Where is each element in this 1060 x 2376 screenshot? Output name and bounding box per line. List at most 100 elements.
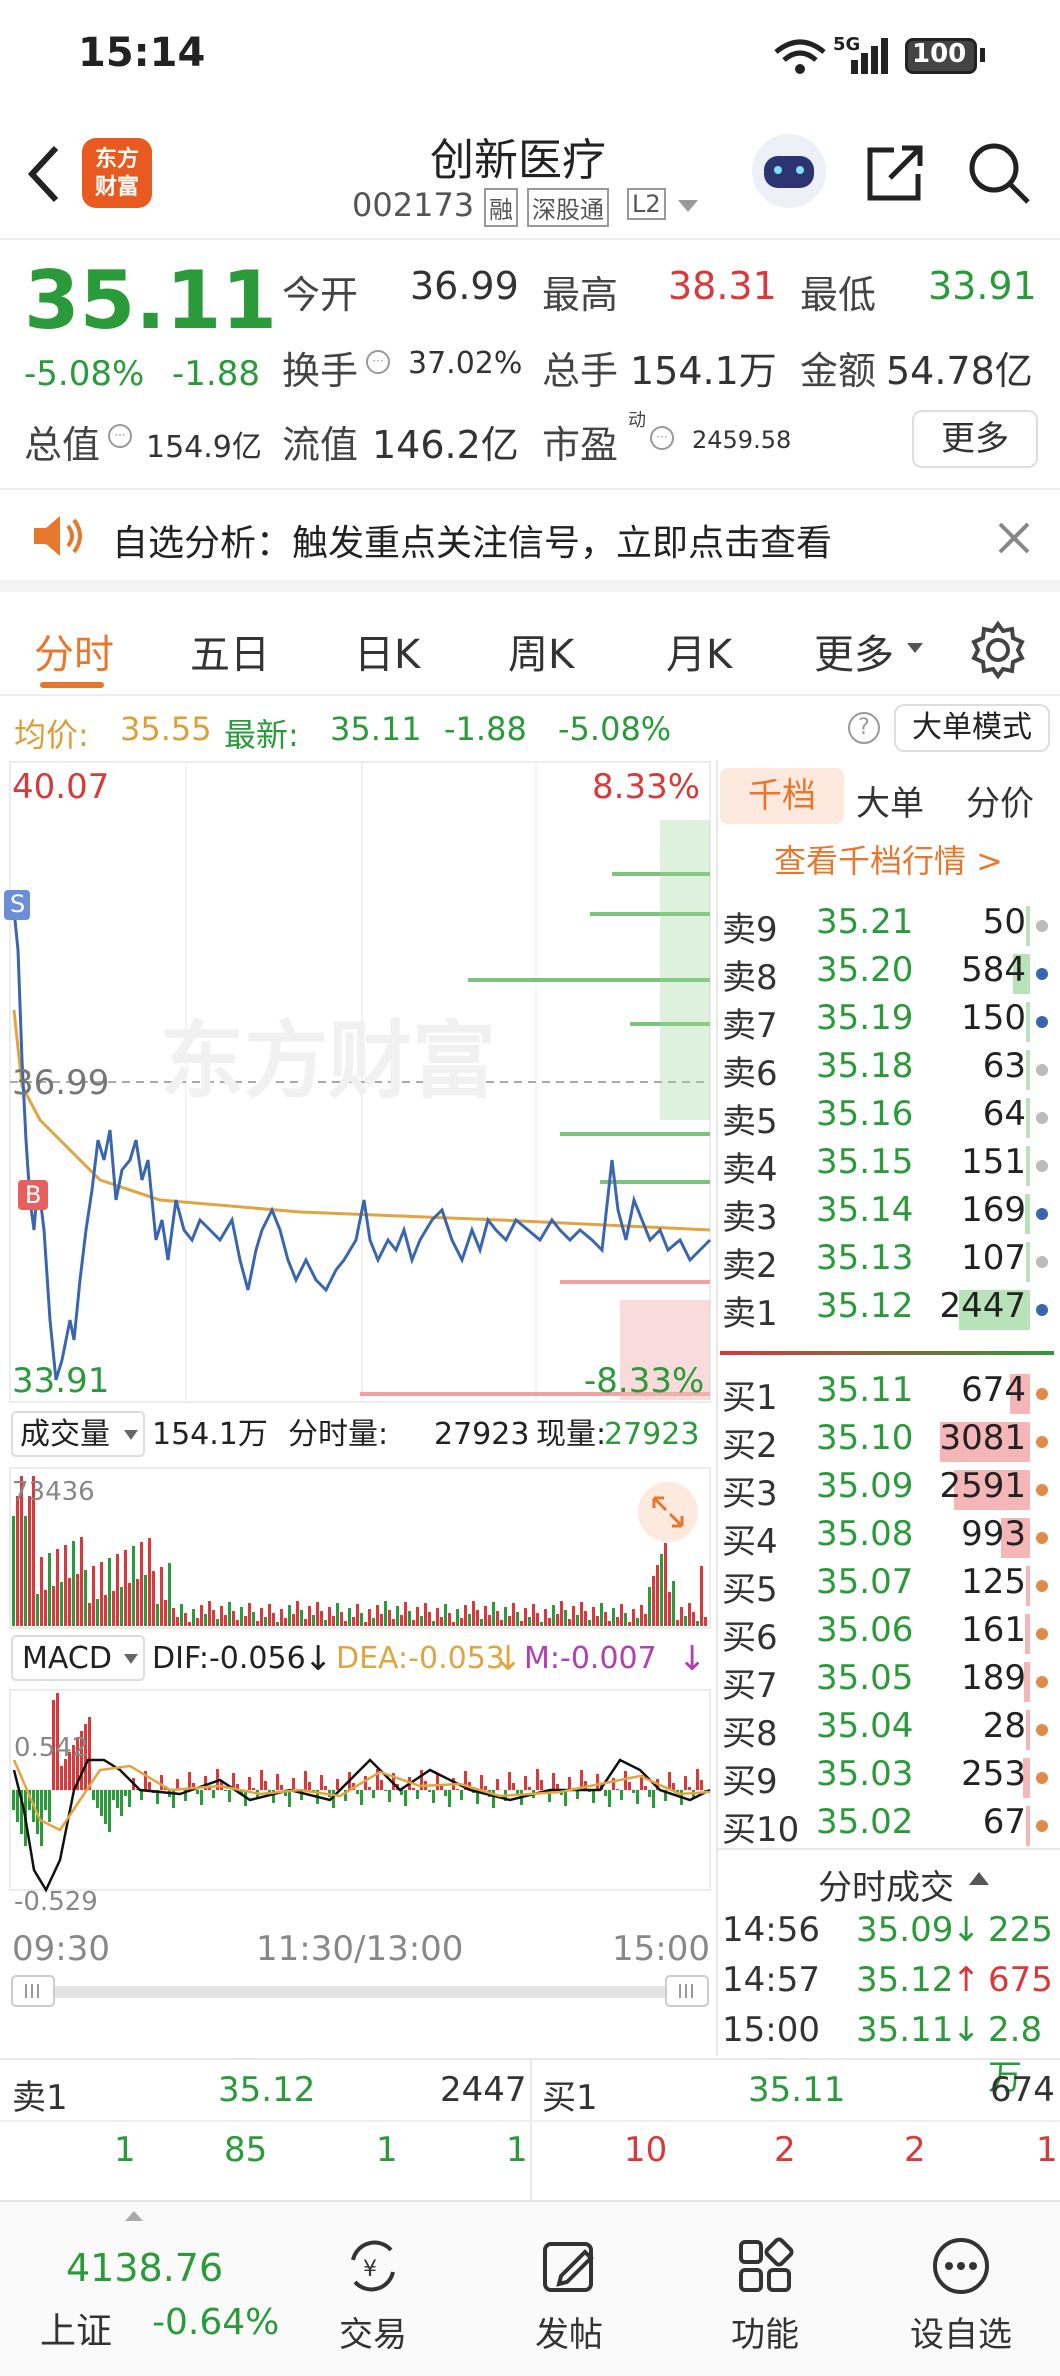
bid-level-row[interactable]: 买5 35.07 125 <box>720 1562 1060 1610</box>
change-percent: -5.08% <box>24 354 145 394</box>
status-dot-icon <box>1036 1772 1048 1784</box>
macd-bar <box>608 1790 611 1807</box>
index-ticker[interactable]: 4138.76 上证 -0.64% <box>0 2202 300 2376</box>
ask-level-row[interactable]: 卖4 35.15 151 <box>720 1142 1060 1190</box>
macd-bar <box>128 1790 131 1807</box>
bid-level-row[interactable]: 买1 35.11 674 <box>720 1370 1060 1418</box>
macd-bar <box>540 1780 543 1790</box>
chevron-down-icon[interactable] <box>906 642 924 654</box>
ask-level-row[interactable]: 卖9 35.21 50 <box>720 902 1060 950</box>
nav-trade-label: 交易 <box>339 2315 407 2355</box>
bid-level-row[interactable]: 买6 35.06 161 <box>720 1610 1060 1658</box>
intraday-chart[interactable]: S B 东方财富 40.07 8.33% 36.99 33.91 -8.33% … <box>0 760 716 2020</box>
ask-level-row[interactable]: 卖2 35.13 107 <box>720 1238 1060 1286</box>
tab-5day[interactable]: 五日 <box>190 622 270 680</box>
gear-icon[interactable] <box>968 620 1028 680</box>
chevron-up-icon[interactable] <box>968 1870 990 1886</box>
tab-monthly-k[interactable]: 月K <box>666 622 732 680</box>
bid-level-row[interactable]: 买2 35.10 3081 <box>720 1418 1060 1466</box>
big-order-mode-button[interactable]: 大单模式 <box>894 704 1050 752</box>
panel-divider <box>716 760 718 2056</box>
macd-bar <box>388 1790 391 1802</box>
bid-level-row[interactable]: 买9 35.03 253 <box>720 1754 1060 1802</box>
info-dots-icon[interactable]: ··· <box>108 424 132 448</box>
volume-label: 总手 <box>542 349 619 393</box>
volume-bar <box>68 1578 71 1626</box>
volume-bar <box>116 1554 119 1626</box>
svg-text:↓: ↓ <box>494 1639 523 1679</box>
tab-price-distribution[interactable]: 分价 <box>966 776 1034 825</box>
share-icon[interactable] <box>864 140 928 204</box>
help-icon[interactable]: ? <box>848 712 880 744</box>
ask-price: 35.20 <box>816 950 914 990</box>
macd-bar <box>432 1790 435 1803</box>
ask-level-row[interactable]: 卖1 35.12 2447 <box>720 1286 1060 1334</box>
svg-text:↓: ↓ <box>678 1639 707 1679</box>
bid-price: 35.10 <box>816 1418 914 1458</box>
volume-bar <box>536 1613 539 1626</box>
volume-bar <box>648 1587 651 1626</box>
volume-bar <box>304 1619 307 1626</box>
nav-post[interactable]: 发帖 <box>494 2202 644 2376</box>
sell-queue-item: 85 <box>224 2130 268 2170</box>
macd-bar <box>480 1775 483 1790</box>
status-dot-icon <box>1036 1676 1048 1688</box>
nav-functions[interactable]: 功能 <box>690 2202 840 2376</box>
ask-level-row[interactable]: 卖7 35.19 150 <box>720 998 1060 1046</box>
more-button[interactable]: 更多 <box>912 410 1038 468</box>
macd-bar <box>108 1790 111 1832</box>
search-icon[interactable] <box>966 140 1032 206</box>
ask-label: 卖8 <box>722 958 778 998</box>
volume-bar <box>668 1592 671 1626</box>
tab-big-orders[interactable]: 大单 <box>856 776 924 825</box>
volume-bar <box>120 1587 123 1626</box>
tab-more[interactable]: 更多 <box>814 622 894 680</box>
bid-level-row[interactable]: 买4 35.08 993 <box>720 1514 1060 1562</box>
book-separator <box>720 1351 1054 1355</box>
volume-bar <box>12 1516 15 1626</box>
bid-level-row[interactable]: 买3 35.09 2591 <box>720 1466 1060 1514</box>
macd-bar <box>276 1774 279 1790</box>
bid-level-row[interactable]: 买7 35.05 189 <box>720 1658 1060 1706</box>
info-dots-icon[interactable]: ··· <box>366 350 390 374</box>
depth-bar <box>1026 1050 1030 1090</box>
nav-add-watchlist[interactable]: 设自选 <box>886 2202 1036 2376</box>
ask-level-row[interactable]: 卖8 35.20 584 <box>720 950 1060 998</box>
ask-level-row[interactable]: 卖3 35.14 169 <box>720 1190 1060 1238</box>
close-icon[interactable] <box>996 520 1032 556</box>
signal-banner[interactable]: 自选分析：触发重点关注信号，立即点击查看 <box>0 492 1060 592</box>
volume-bar <box>368 1609 371 1626</box>
volume-bar <box>256 1621 259 1626</box>
ask-volume: 584 <box>961 950 1026 990</box>
macd-bar <box>564 1790 567 1806</box>
back-icon[interactable] <box>24 142 64 206</box>
bid-level-row[interactable]: 买8 35.04 28 <box>720 1706 1060 1754</box>
tab-orderbook-1000[interactable]: 千档 <box>720 768 844 824</box>
ask-level-row[interactable]: 卖6 35.18 63 <box>720 1046 1060 1094</box>
macd-bar <box>324 1786 327 1790</box>
macd-bar <box>436 1774 439 1790</box>
tab-weekly-k[interactable]: 周K <box>508 622 574 680</box>
nav-post-label: 发帖 <box>535 2315 603 2355</box>
tab-intraday[interactable]: 分时 <box>34 622 114 680</box>
volume-bar <box>512 1603 515 1626</box>
eastmoney-logo[interactable]: 东方 财富 <box>82 138 152 208</box>
depth-bar <box>1026 1566 1030 1606</box>
volume-bar <box>624 1613 627 1626</box>
dropdown-triangle-icon[interactable] <box>676 198 700 214</box>
tab-daily-k[interactable]: 日K <box>354 622 420 680</box>
ask-level-row[interactable]: 卖5 35.16 64 <box>720 1094 1060 1142</box>
sell1-label: 卖1 <box>12 2078 68 2118</box>
nav-trade[interactable]: ¥ 交易 <box>298 2202 448 2376</box>
macd-bar <box>252 1788 255 1790</box>
info-dots-icon[interactable]: ··· <box>650 426 674 450</box>
bid-level-row[interactable]: 买10 35.02 67 <box>720 1802 1060 1850</box>
volume-bar <box>208 1601 211 1626</box>
view-1000-level-link[interactable]: 查看千档行情 > <box>774 836 1003 882</box>
macd-bar <box>448 1790 451 1807</box>
robot-assistant-icon[interactable] <box>752 134 826 208</box>
trades-title[interactable]: 分时成交 <box>818 1860 954 1909</box>
bid-volume: 189 <box>961 1658 1026 1698</box>
volume-max-label: 73436 <box>12 1477 95 1507</box>
macd-dif: DIF:-0.056 <box>152 1641 306 1676</box>
